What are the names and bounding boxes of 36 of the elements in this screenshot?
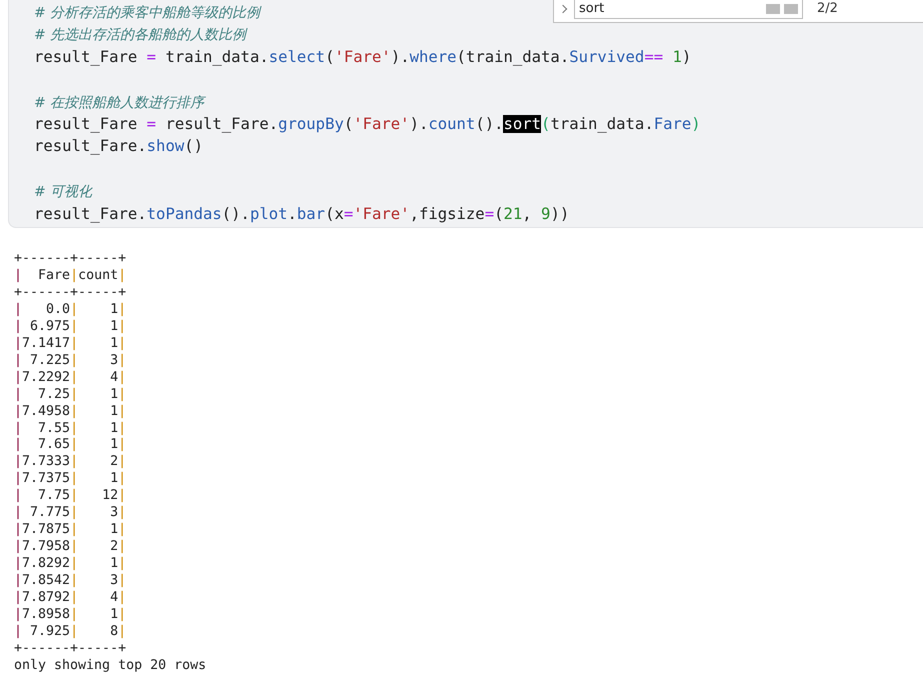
table-row-text: | 6.975| 1| <box>14 318 126 336</box>
code-line: # 分析存活的乘客中船舱等级的比例 <box>34 4 260 23</box>
table-row-text: |7.7375| 1| <box>14 471 126 488</box>
table-border-line: +------+-----+ <box>14 284 126 302</box>
code-line: # 可视化 <box>34 183 92 202</box>
table-row-text: |7.7958| 2| <box>14 539 126 556</box>
table-row-text: |7.8542| 3| <box>14 573 126 590</box>
table-row-text: |7.8292| 1| <box>14 556 126 574</box>
table-row-text: | 7.55| 1| <box>14 420 126 438</box>
match-count: 2/2 <box>817 1 838 16</box>
table-row-text: | 7.25| 1| <box>14 386 126 404</box>
table-border-line: +------+-----+ <box>14 251 126 268</box>
table-row-text: | 7.65| 1| <box>14 437 126 454</box>
code-line: result_Fare = train_data.select('Fare').where(train_data.Survived== 1) <box>34 46 692 68</box>
table-row-text: |7.8958| 1| <box>14 607 126 624</box>
code-line: # 先选出存活的各船舱的人数比例 <box>34 26 246 46</box>
table-row-text: |7.1417| 1| <box>14 336 126 353</box>
table-row-text: |7.2292| 4| <box>14 370 126 387</box>
table-row-text: |7.7333| 2| <box>14 454 126 472</box>
table-row-text: |7.4958| 1| <box>14 404 126 421</box>
table-row-text: | 7.225| 3| <box>14 352 126 370</box>
code-cell[interactable] <box>8 0 923 228</box>
table-row-text: | 0.0| 1| <box>14 302 126 319</box>
table-row-text: | 7.925| 8| <box>14 624 126 641</box>
table-row-text: | Fare|count| <box>14 268 126 285</box>
table-row-text: |7.8792| 4| <box>14 590 126 608</box>
code-line: result_Fare.toPandas().plot.bar(x='Fare',figsize=(21, 9)) <box>34 204 570 225</box>
code-line: # 在按照船舱人数进行排序 <box>34 94 204 113</box>
code-line: result_Fare.show() <box>34 136 204 158</box>
code-line: result_Fare = result_Fare.groupBy('Fare').count().sort(train_data.Fare) <box>34 114 701 135</box>
table-row-text: | 7.75| 12| <box>14 488 126 506</box>
table-row-text: |7.7875| 1| <box>14 522 126 540</box>
table-row-text: | 7.775| 3| <box>14 505 126 522</box>
search-match-highlight: sort <box>503 114 542 133</box>
table-border-line: +------+-----+ <box>14 640 126 658</box>
output-note: only showing top 20 rows <box>14 658 206 675</box>
